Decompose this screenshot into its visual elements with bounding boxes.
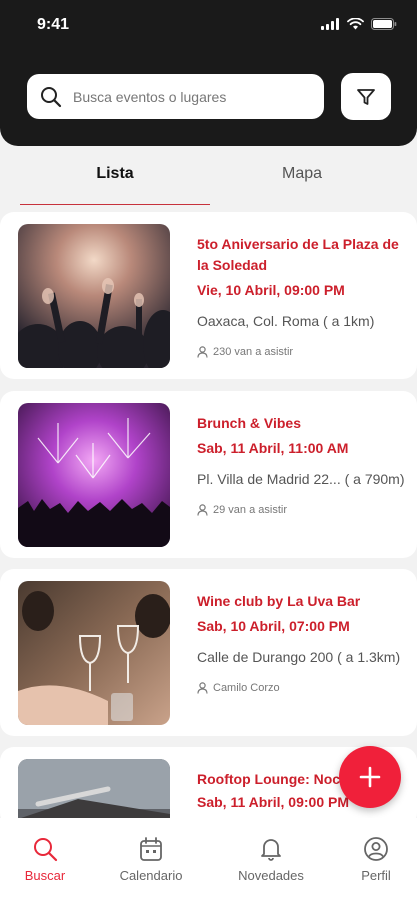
event-title: Brunch & Vibes (197, 415, 301, 431)
wifi-icon (347, 18, 364, 30)
nav-label: Buscar (24, 868, 66, 883)
nav-label: Calendario (119, 868, 183, 883)
event-title: 5to Aniversario de La Plaza de la Soleda… (197, 236, 399, 273)
calendar-icon (140, 837, 162, 861)
event-image-wine (18, 581, 170, 725)
battery-icon (371, 18, 397, 30)
event-card[interactable]: Brunch & Vibes Sab, 11 Abril, 11:00 AM P… (0, 391, 417, 558)
event-card[interactable]: Wine club by La Uva Bar Sab, 10 Abril, 0… (0, 569, 417, 736)
search-bar[interactable] (27, 74, 324, 119)
bell-icon (261, 839, 281, 861)
event-location: Pl. Villa de Madrid 22... ( a 790m) (197, 471, 405, 487)
event-attendance: 230 van a asistir (197, 346, 293, 358)
status-time: 9:41 (37, 16, 70, 33)
filter-icon (357, 88, 375, 105)
view-tabs: Lista Mapa (0, 150, 417, 206)
tab-mapa[interactable]: Mapa (207, 165, 397, 205)
event-image-concert (18, 224, 170, 368)
host-text: Camilo Corzo (213, 682, 280, 694)
event-card[interactable]: 5to Aniversario de La Plaza de la Soleda… (0, 212, 417, 379)
person-icon (197, 346, 208, 358)
event-attendance: 29 van a asistir (197, 504, 287, 516)
event-image-fireworks (18, 403, 170, 547)
person-icon (197, 504, 208, 516)
event-location: Calle de Durango 200 ( a 1.3km) (197, 649, 401, 665)
event-location: Oaxaca, Col. Roma ( a 1km) (197, 313, 375, 329)
filter-button[interactable] (341, 73, 391, 120)
user-icon (364, 837, 388, 861)
event-date: Sab, 11 Abril, 09:00 PM (197, 794, 349, 810)
attendance-text: 29 van a asistir (213, 504, 287, 516)
nav-label: Perfil (361, 868, 391, 883)
search-icon (41, 86, 62, 107)
nav-buscar[interactable]: Buscar (0, 836, 90, 883)
person-icon (197, 682, 208, 694)
nav-perfil[interactable]: Perfil (331, 836, 417, 883)
top-header: 9:41 (0, 0, 417, 146)
status-bar: 9:41 (0, 0, 417, 50)
attendance-text: 230 van a asistir (213, 346, 294, 358)
event-host: Camilo Corzo (197, 682, 280, 694)
search-icon (34, 838, 58, 862)
event-title: Wine club by La Uva Bar (197, 593, 361, 609)
status-icons (321, 18, 397, 30)
nav-calendario[interactable]: Calendario (106, 836, 196, 883)
nav-label: Novedades (238, 868, 304, 883)
add-event-button[interactable] (339, 746, 401, 808)
tab-lista[interactable]: Lista (20, 165, 210, 205)
bottom-nav: Buscar Calendario Novedades Perfil (0, 818, 417, 900)
signal-icon (321, 18, 339, 30)
event-date: Sab, 10 Abril, 07:00 PM (197, 618, 350, 634)
plus-icon (359, 766, 381, 788)
event-date: Sab, 11 Abril, 11:00 AM (197, 440, 349, 456)
nav-novedades[interactable]: Novedades (226, 836, 316, 883)
event-image-rooftop (18, 759, 170, 827)
search-input[interactable] (73, 88, 303, 105)
event-date: Vie, 10 Abril, 09:00 PM (197, 282, 345, 298)
